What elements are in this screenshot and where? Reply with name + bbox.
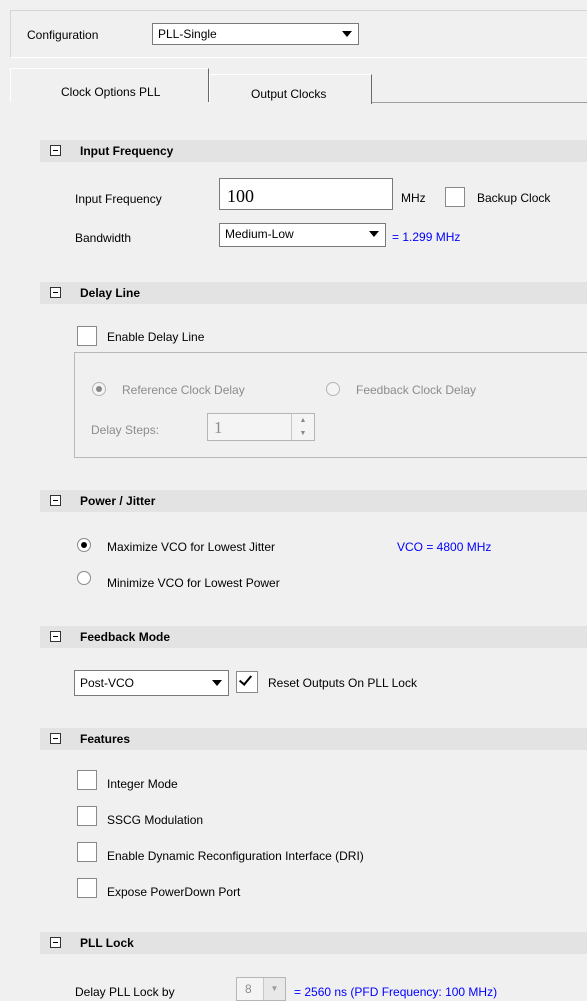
bandwidth-select[interactable]: Medium-Low <box>219 223 386 247</box>
configuration-select[interactable]: PLL-Single <box>152 23 359 45</box>
expose-powerdown-label: Expose PowerDown Port <box>107 885 241 899</box>
feedback-mode-select[interactable]: Post-VCO <box>74 670 229 696</box>
delay-steps-value: 1 <box>214 418 223 437</box>
minimize-vco-radio[interactable] <box>77 571 91 585</box>
tab-clock-options-pll[interactable]: Clock Options PLL <box>10 68 209 104</box>
enable-delay-line-label: Enable Delay Line <box>107 330 205 344</box>
section-title: Feedback Mode <box>80 630 171 644</box>
tab-label: Output Clocks <box>251 87 327 101</box>
reference-clock-delay-radio[interactable] <box>92 382 106 396</box>
delay-steps-spinner[interactable]: 1 ▲ ▼ <box>207 413 315 441</box>
sscg-modulation-label: SSCG Modulation <box>107 813 204 827</box>
feedback-clock-delay-radio[interactable] <box>326 382 340 396</box>
section-title: Delay Line <box>80 286 141 300</box>
expose-powerdown-checkbox[interactable] <box>77 878 97 898</box>
feedback-mode-select-value: Post-VCO <box>80 676 135 690</box>
section-title: PLL Lock <box>80 936 134 950</box>
chevron-down-icon[interactable] <box>206 671 228 695</box>
bandwidth-label: Bandwidth <box>75 231 132 245</box>
spin-down-icon[interactable]: ▼ <box>292 427 314 440</box>
delay-steps-label: Delay Steps: <box>91 423 160 437</box>
delay-pll-lock-result: = 2560 ns (PFD Frequency: 100 MHz) <box>294 985 498 999</box>
chevron-down-icon[interactable]: ▼ <box>263 978 285 1000</box>
collapse-icon[interactable] <box>50 495 61 506</box>
spin-up-icon[interactable]: ▲ <box>292 414 314 427</box>
backup-clock-label: Backup Clock <box>477 191 551 205</box>
vco-value: VCO = 4800 MHz <box>397 540 492 554</box>
reference-clock-delay-label: Reference Clock Delay <box>122 383 245 397</box>
configuration-select-value: PLL-Single <box>158 27 217 41</box>
bandwidth-select-value: Medium-Low <box>225 227 294 241</box>
tab-label: Clock Options PLL <box>61 85 161 99</box>
maximize-vco-label: Maximize VCO for Lowest Jitter <box>107 540 276 554</box>
configuration-label: Configuration <box>27 28 99 42</box>
integer-mode-label: Integer Mode <box>107 777 178 791</box>
input-frequency-label: Input Frequency <box>75 192 162 206</box>
bandwidth-result: = 1.299 MHz <box>392 230 461 244</box>
reset-outputs-label: Reset Outputs On PLL Lock <box>268 676 417 690</box>
active-tab-join <box>10 102 209 104</box>
frequency-unit: MHz <box>401 191 426 205</box>
section-title: Input Frequency <box>80 144 174 158</box>
sscg-modulation-checkbox[interactable] <box>77 806 97 826</box>
input-frequency-field[interactable]: 100 <box>219 178 393 210</box>
collapse-icon[interactable] <box>50 145 61 156</box>
delay-pll-lock-label: Delay PLL Lock by <box>75 985 175 999</box>
backup-clock-checkbox[interactable] <box>445 187 465 207</box>
input-frequency-value: 100 <box>227 186 254 206</box>
section-title: Power / Jitter <box>80 494 156 508</box>
reset-outputs-checkbox[interactable] <box>236 671 258 693</box>
delay-pll-lock-select[interactable]: 8 ▼ <box>236 977 286 1001</box>
enable-dri-checkbox[interactable] <box>77 842 97 862</box>
chevron-down-icon[interactable] <box>336 24 358 44</box>
tab-output-clocks[interactable]: Output Clocks <box>209 74 372 104</box>
collapse-icon[interactable] <box>50 631 61 642</box>
delay-line-groupbox <box>74 352 587 458</box>
delay-pll-lock-value: 8 <box>245 982 252 996</box>
collapse-icon[interactable] <box>50 937 61 948</box>
chevron-down-icon[interactable] <box>363 224 385 244</box>
feedback-clock-delay-label: Feedback Clock Delay <box>356 383 477 397</box>
integer-mode-checkbox[interactable] <box>77 770 97 790</box>
enable-delay-line-checkbox[interactable] <box>77 326 97 346</box>
collapse-icon[interactable] <box>50 287 61 298</box>
enable-dri-label: Enable Dynamic Reconfiguration Interface… <box>107 849 364 863</box>
collapse-icon[interactable] <box>50 733 61 744</box>
section-title: Features <box>80 732 131 746</box>
maximize-vco-radio[interactable] <box>77 538 91 552</box>
minimize-vco-label: Minimize VCO for Lowest Power <box>107 576 280 590</box>
